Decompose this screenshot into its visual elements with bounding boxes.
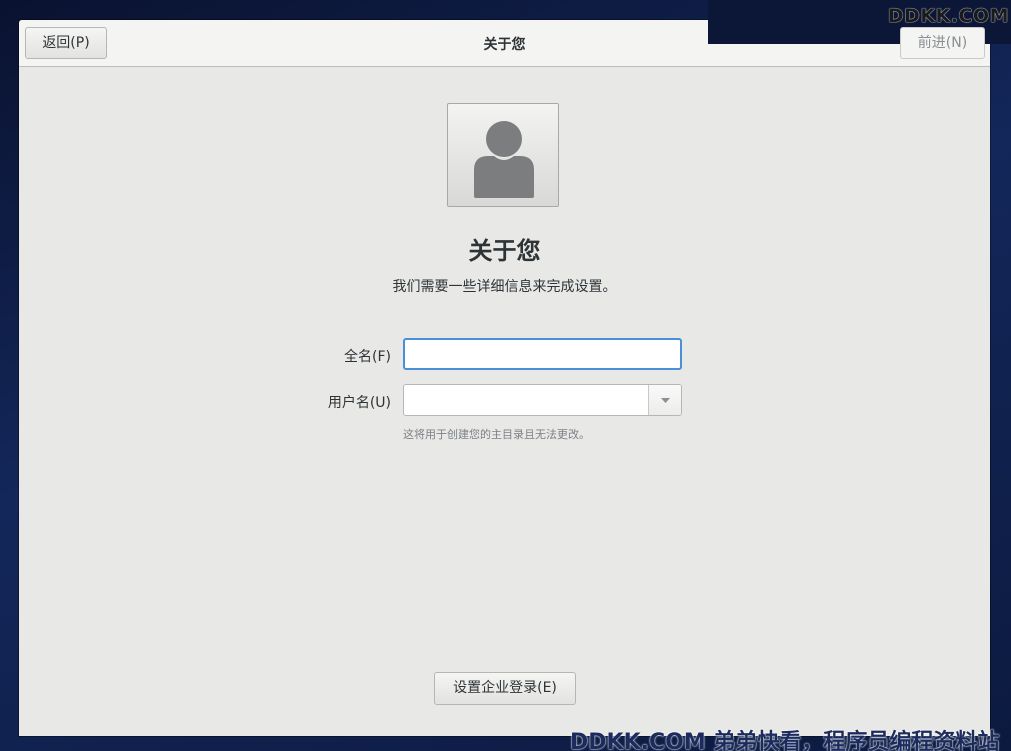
watermark-top: DDKK.COM (887, 5, 1009, 27)
username-input[interactable] (404, 385, 649, 415)
username-hint: 这将用于创建您的主目录且无法更改。 (403, 428, 590, 441)
fullname-input[interactable] (403, 338, 682, 370)
username-combobox[interactable] (403, 384, 682, 416)
enterprise-login-button[interactable]: 设置企业登录(E) (434, 672, 576, 705)
setup-window: 返回(P) 关于您 关于您 我们需要一些详细信息来完成设置。 全名(F) 用户名… (19, 20, 990, 736)
fullname-label: 全名(F) (344, 349, 391, 365)
page-subtitle: 我们需要一些详细信息来完成设置。 (392, 279, 617, 295)
page-title: 关于您 (468, 237, 541, 265)
next-button[interactable]: 前进(N) (900, 27, 985, 59)
username-dropdown-button[interactable] (648, 385, 681, 415)
watermark-bottom: DDKK.COM 弟弟快看，程序员编程资料站 (570, 730, 1000, 751)
username-label: 用户名(U) (327, 395, 391, 411)
user-silhouette-icon (474, 121, 534, 198)
chevron-down-icon (661, 398, 670, 403)
avatar-button[interactable] (447, 103, 559, 207)
